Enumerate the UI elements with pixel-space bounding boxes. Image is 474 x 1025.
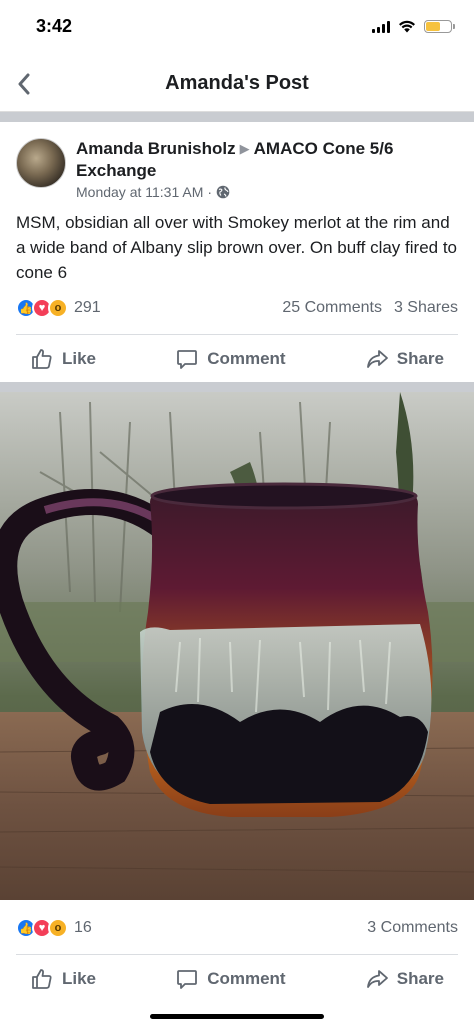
- shares-count[interactable]: 3 Shares: [394, 299, 458, 317]
- photo-comments-count[interactable]: 3 Comments: [367, 919, 458, 937]
- avatar[interactable]: [16, 138, 66, 188]
- arrow-right-icon: ▶: [239, 141, 250, 156]
- comment-button[interactable]: Comment: [161, 335, 299, 382]
- photo-action-bar: Like Comment Share: [16, 954, 458, 1002]
- comments-count[interactable]: 25 Comments: [282, 299, 382, 317]
- photo-reaction-summary[interactable]: 👍 ♥ o 16: [16, 918, 92, 938]
- post-meta: Monday at 11:31 AM ·: [76, 184, 230, 200]
- post-header: Amanda Brunisholz ▶ AMACO Cone 5/6 Exchang…: [0, 122, 474, 202]
- share-button[interactable]: Share: [351, 335, 458, 382]
- like-label: Like: [62, 348, 97, 368]
- reaction-summary[interactable]: 👍 ♥ o 291: [16, 298, 101, 318]
- page-title: Amanda's Post: [165, 72, 309, 94]
- comment-label: Comment: [207, 348, 286, 368]
- photo-like-button[interactable]: Like: [16, 955, 110, 1002]
- status-time: 3:42: [36, 16, 73, 36]
- share-icon: [366, 349, 388, 368]
- like-icon: [32, 968, 52, 989]
- share-label: Share: [396, 348, 444, 368]
- photo-share-button[interactable]: Share: [351, 955, 458, 1002]
- like-label: Like: [62, 968, 97, 988]
- section-divider: [0, 382, 474, 392]
- action-bar: Like Comment Share: [16, 334, 458, 382]
- comment-label: Comment: [207, 968, 286, 988]
- signal-icon: [372, 20, 390, 33]
- post-text: MSM, obsidian all over with Smokey merlo…: [16, 213, 458, 282]
- mug-photo-image: [0, 392, 474, 900]
- author-name[interactable]: Amanda Brunisholz: [76, 139, 236, 158]
- reactions-row: 👍 ♥ o 291 25 Comments 3 Shares: [16, 296, 458, 320]
- status-bar: 3:42: [0, 0, 474, 56]
- wifi-icon: [399, 20, 415, 33]
- share-label: Share: [396, 968, 444, 988]
- wow-reaction-icon: o: [48, 298, 68, 318]
- battery-icon: [424, 20, 455, 33]
- status-icons: [372, 20, 455, 33]
- globe-icon: [216, 185, 230, 199]
- post-timestamp[interactable]: Monday at 11:31 AM: [76, 184, 203, 200]
- wow-reaction-icon: o: [48, 918, 68, 938]
- post-author-line: Amanda Brunisholz ▶ AMACO Cone 5/6 Exchang…: [76, 138, 456, 182]
- nav-bar: Amanda's Post: [0, 56, 474, 112]
- photo-comment-button[interactable]: Comment: [161, 955, 299, 1002]
- photo-reactions-row: 👍 ♥ o 16 3 Comments: [16, 916, 458, 940]
- share-icon: [366, 969, 388, 988]
- reaction-count: 291: [74, 299, 101, 316]
- like-button[interactable]: Like: [16, 335, 110, 382]
- section-divider: [0, 112, 474, 122]
- like-icon: [32, 348, 52, 369]
- meta-separator: ·: [207, 184, 213, 200]
- photo-reaction-count: 16: [74, 919, 92, 936]
- comment-icon: [177, 969, 198, 989]
- comment-icon: [177, 349, 198, 369]
- post-photo[interactable]: [0, 392, 474, 900]
- home-indicator: [150, 1014, 324, 1019]
